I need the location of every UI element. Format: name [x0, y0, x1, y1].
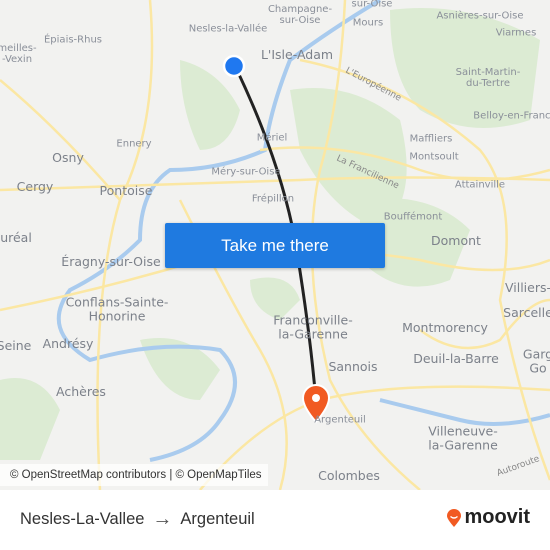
place-label: Sannois: [328, 359, 378, 375]
place-label: meilles- -Vexin: [0, 43, 37, 65]
road-label-autoroute: Autoroute: [496, 454, 542, 479]
place-label: Maffliers: [409, 133, 453, 145]
moovit-wordmark: moovit: [464, 506, 530, 528]
origin-marker[interactable]: [222, 54, 246, 78]
place-label: Méry-sur-Oise: [211, 166, 281, 178]
place-label: Champagne- sur-Oise: [267, 4, 333, 26]
place-label: Deuil-la-Barre: [413, 351, 499, 367]
place-label: Montsoult: [409, 151, 459, 163]
place-label: Andrésy: [42, 336, 94, 352]
place-label: sur-Oise: [351, 0, 393, 10]
place-label: uréal: [0, 230, 32, 246]
place-label: Viarmes: [495, 27, 537, 39]
moovit-logo[interactable]: moovit: [446, 506, 530, 529]
map[interactable]: L'Européenne La Francilienne Autoroute C…: [0, 0, 550, 490]
place-label: Asnières-sur-Oise: [436, 10, 524, 22]
place-label: Achères: [56, 384, 106, 400]
destination-name: Argenteuil: [180, 510, 255, 528]
place-label: Garg Go: [522, 346, 550, 375]
place-label: Nesles-la-Vallée: [188, 23, 268, 35]
place-label: L'Isle-Adam: [260, 47, 334, 63]
place-label: Attainville: [454, 179, 506, 191]
place-label: Ennery: [116, 138, 152, 150]
map-attribution[interactable]: © OpenStreetMap contributors | © OpenMap…: [0, 464, 268, 486]
place-label: Montmorency: [402, 320, 488, 336]
place-label: Villeneuve- la-Garenne: [428, 423, 498, 452]
moovit-pin-icon: [447, 508, 462, 527]
place-label: Belloy-en-France: [473, 110, 550, 122]
place-label: Domont: [431, 233, 481, 249]
place-label: Éragny-sur-Oise: [61, 254, 161, 270]
place-label: Argenteuil: [314, 414, 366, 426]
take-me-there-button[interactable]: Take me there: [165, 223, 385, 268]
origin-name: Nesles-La-Vallee: [20, 510, 145, 528]
place-label: Mours: [352, 17, 384, 29]
place-label: Sarcelle: [503, 305, 550, 321]
place-label: Cergy: [16, 179, 54, 195]
place-label: Conflans-Sainte- Honorine: [65, 294, 169, 323]
arrow-right-icon: →: [152, 508, 173, 530]
place-label: Épiais-Rhus: [43, 34, 103, 46]
place-label: Seine: [0, 338, 32, 354]
place-label: Pontoise: [99, 183, 153, 199]
place-label: Saint-Martin- du-Tertre: [455, 67, 521, 89]
place-label: Colombes: [318, 468, 380, 484]
place-label: Villiers-: [504, 280, 550, 296]
place-label: Franconville- la-Garenne: [273, 312, 353, 341]
place-label: Mériel: [256, 132, 288, 144]
route-title: Nesles-La-Vallee → Argenteuil: [20, 508, 255, 531]
footer: Nesles-La-Vallee → Argenteuil moovit: [0, 490, 550, 550]
place-label: Osny: [52, 150, 84, 166]
place-label: Frépillon: [251, 193, 295, 205]
place-label: Bouffémont: [383, 211, 443, 223]
